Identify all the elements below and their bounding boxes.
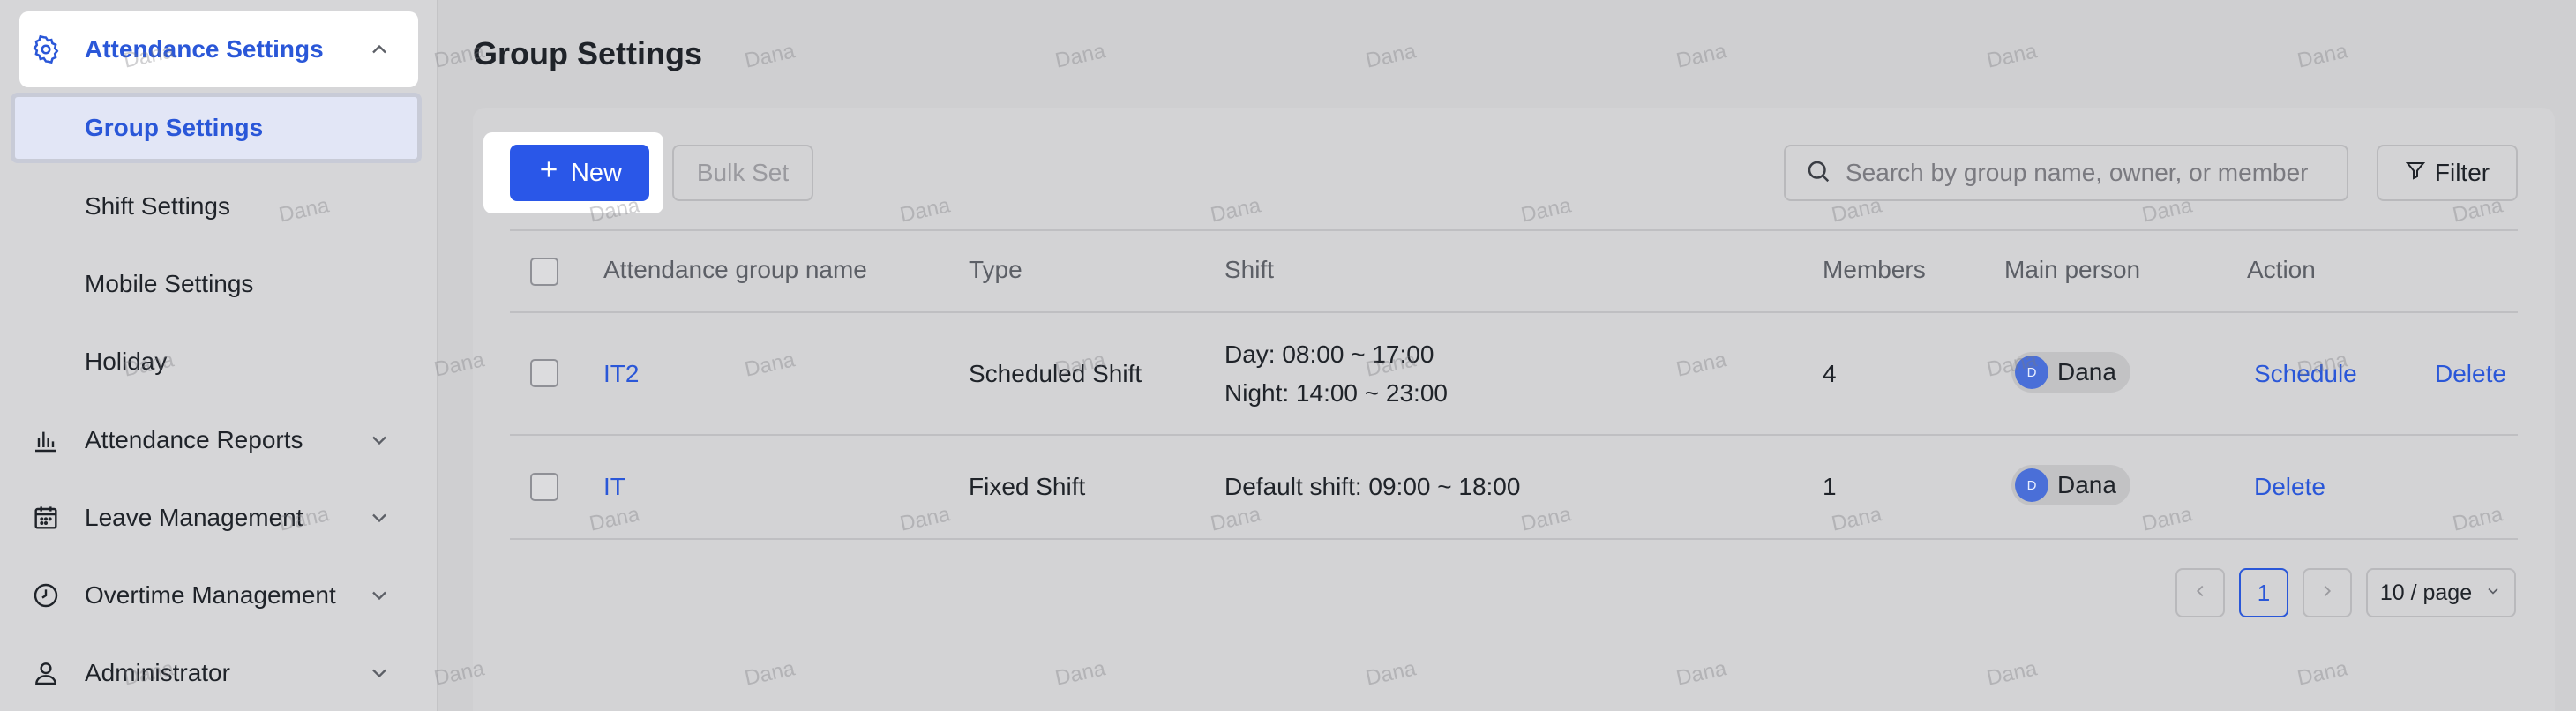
row-checkbox[interactable] [530, 359, 558, 387]
search-box[interactable] [1784, 145, 2348, 201]
column-header-members: Members [1823, 256, 1926, 283]
sidebar-item-administrator[interactable]: Administrator [19, 635, 418, 711]
sidebar-item-mobile-settings[interactable]: Mobile Settings [11, 249, 422, 319]
row-checkbox[interactable] [530, 473, 558, 501]
sidebar: Attendance Settings Group Settings Shift… [0, 0, 438, 711]
watermark-text: Dana [1984, 39, 2040, 73]
sidebar-item-group-settings[interactable]: Group Settings [11, 93, 422, 163]
owner-name: Dana [2057, 358, 2116, 385]
sidebar-item-overtime-management[interactable]: Overtime Management [19, 558, 418, 633]
page-size-label: 10 / page [2379, 580, 2473, 605]
watermark-text: Dana [1052, 39, 1108, 73]
column-header-type: Type [969, 256, 1022, 283]
bulk-set-button[interactable]: Bulk Set [672, 145, 813, 201]
schedule-link[interactable]: Schedule [2254, 356, 2357, 392]
next-page-button[interactable] [2303, 568, 2352, 617]
page-title: Group Settings [473, 35, 702, 71]
gear-icon [30, 34, 62, 65]
search-icon [1805, 158, 1831, 189]
column-header-main-person: Main person [2004, 256, 2141, 283]
delete-link[interactable]: Delete [2254, 469, 2325, 505]
chevron-up-icon [367, 37, 392, 62]
group-type: Scheduled Shift [969, 360, 1142, 387]
sidebar-item-attendance-reports[interactable]: Attendance Reports [19, 402, 418, 478]
filter-button[interactable]: Filter [2377, 145, 2518, 201]
clock-icon [30, 580, 62, 611]
divider [510, 311, 2518, 313]
sidebar-item-leave-management[interactable]: Leave Management [19, 480, 418, 556]
shift-line: Night: 14:00 ~ 23:00 [1224, 379, 1448, 407]
prev-page-button[interactable] [2175, 568, 2225, 617]
member-count: 4 [1823, 360, 1837, 387]
sidebar-item-shift-settings[interactable]: Shift Settings [11, 171, 422, 242]
avatar: D [2015, 356, 2048, 389]
chevron-down-icon [2484, 580, 2502, 606]
divider [510, 434, 2518, 436]
chevron-left-icon [2190, 580, 2210, 607]
sidebar-item-label: Administrator [85, 659, 230, 686]
avatar: D [2015, 468, 2048, 502]
new-button[interactable]: New [510, 145, 649, 201]
group-name-link[interactable]: IT2 [603, 356, 639, 392]
watermark-text: Dana [1363, 39, 1419, 73]
delete-link[interactable]: Delete [2435, 356, 2506, 392]
chevron-down-icon [367, 428, 392, 453]
sidebar-item-label: Attendance Settings [85, 35, 324, 63]
owner-name: Dana [2057, 471, 2116, 498]
sidebar-item-label: Attendance Reports [85, 426, 303, 453]
divider [510, 538, 2518, 540]
group-type: Fixed Shift [969, 473, 1086, 500]
column-header-action: Action [2247, 256, 2316, 283]
owner-chip[interactable]: D Dana [2011, 465, 2130, 505]
calendar-icon [30, 502, 62, 534]
page-number-button[interactable]: 1 [2239, 568, 2288, 617]
member-count: 1 [1823, 473, 1837, 500]
page-size-select[interactable]: 10 / page [2366, 568, 2516, 617]
shift-line: Default shift: 09:00 ~ 18:00 [1224, 473, 1521, 500]
column-header-shift: Shift [1224, 256, 1275, 283]
plus-icon [537, 158, 560, 188]
sidebar-item-attendance-settings[interactable]: Attendance Settings [19, 11, 418, 87]
chevron-down-icon [367, 583, 392, 608]
watermark-text: Dana [1674, 39, 1729, 73]
watermark-text: Dana [742, 39, 798, 73]
shift-line: Day: 08:00 ~ 17:00 [1224, 341, 1434, 368]
filter-button-label: Filter [2434, 159, 2490, 186]
sidebar-item-label: Overtime Management [85, 581, 336, 609]
sidebar-item-holiday[interactable]: Holiday [11, 326, 422, 397]
watermark-text: Dana [2295, 39, 2350, 73]
filter-icon [2405, 159, 2426, 187]
user-icon [30, 657, 62, 689]
search-input[interactable] [1846, 159, 2340, 187]
sidebar-item-label: Leave Management [85, 504, 303, 531]
group-name-link[interactable]: IT [603, 469, 625, 505]
new-button-label: New [570, 158, 622, 187]
bar-chart-icon [30, 424, 62, 456]
owner-chip[interactable]: D Dana [2011, 352, 2130, 393]
divider [510, 229, 2518, 231]
chevron-down-icon [367, 661, 392, 685]
chevron-right-icon [2318, 580, 2337, 607]
column-header-group-name: Attendance group name [603, 256, 867, 283]
chevron-down-icon [367, 505, 392, 530]
select-all-checkbox[interactable] [530, 258, 558, 286]
